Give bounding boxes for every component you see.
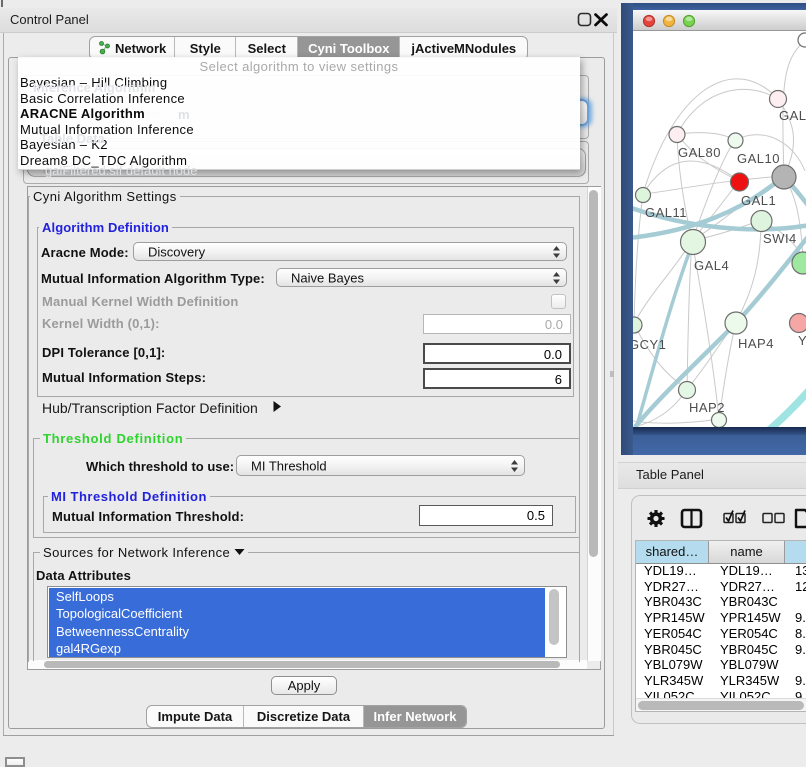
svg-text:HAP4: HAP4	[738, 336, 774, 351]
svg-text:GAL80: GAL80	[678, 145, 721, 160]
svg-text:GCY1: GCY1	[633, 337, 666, 352]
svg-text:GAL4: GAL4	[694, 258, 729, 273]
svg-text:SWI4: SWI4	[763, 231, 797, 246]
svg-text:YJ: YJ	[798, 333, 806, 348]
svg-text:GAL1: GAL1	[741, 193, 776, 208]
svg-text:GAL10: GAL10	[737, 151, 780, 166]
svg-text:HAP2: HAP2	[689, 400, 725, 415]
svg-text:GAL7: GAL7	[779, 108, 806, 123]
svg-text:GAL11: GAL11	[645, 205, 687, 220]
